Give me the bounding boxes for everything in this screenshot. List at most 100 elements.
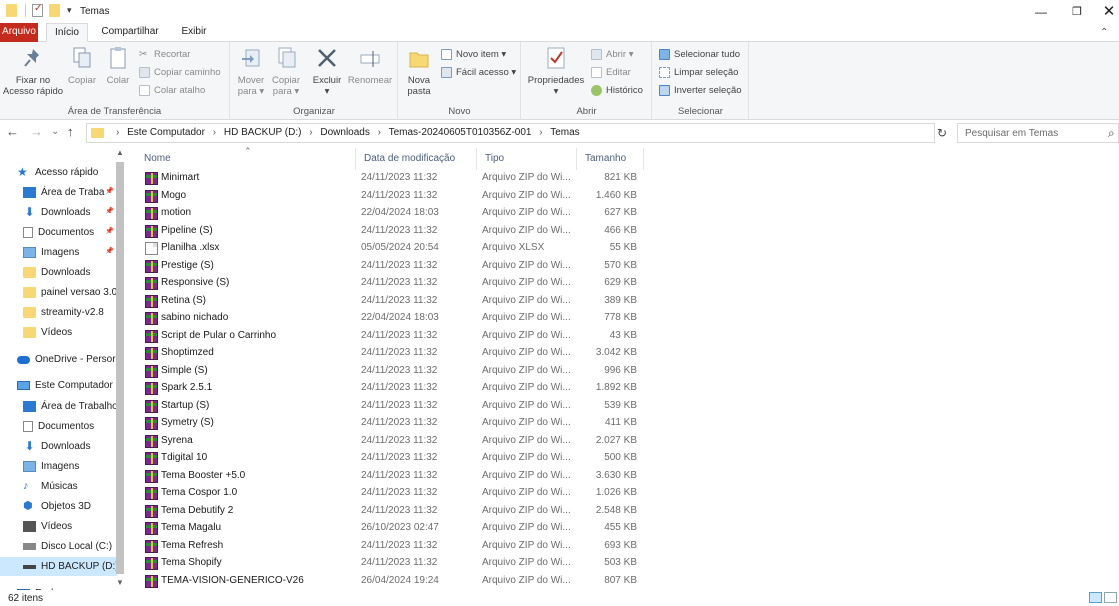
file-row[interactable]: Minimart 24/11/2023 11:32 Arquivo ZIP do W… [136, 170, 644, 188]
nav-item[interactable]: Documentos [0, 417, 117, 436]
breadcrumb-separator[interactable]: › [309, 127, 312, 138]
minimize-button[interactable]: — [1022, 2, 1060, 22]
nav-item[interactable]: HD BACKUP (D:) [0, 557, 117, 576]
delete-dropdown-icon[interactable]: ▾ [311, 86, 343, 97]
address-bar[interactable]: › Este Computador › HD BACKUP (D:) › Dow… [86, 123, 1015, 143]
tab-exibir[interactable]: Exibir [172, 23, 216, 42]
nav-item[interactable]: Este Computador [0, 376, 117, 395]
breadcrumb-separator[interactable]: › [213, 127, 216, 138]
recent-locations-chevron-icon[interactable]: ⌄ [51, 124, 59, 140]
breadcrumb-item[interactable]: HD BACKUP (D:) [224, 127, 302, 138]
breadcrumb-item[interactable]: Temas-20240605T010356Z-001 [389, 127, 532, 138]
column-header-size[interactable]: Tamanho [577, 148, 644, 170]
breadcrumb-item[interactable]: Downloads [320, 127, 369, 138]
file-row[interactable]: Shoptimzed 24/11/2023 11:32 Arquivo ZIP do… [136, 345, 644, 363]
history-button[interactable]: Histórico [591, 85, 643, 96]
file-row[interactable]: Responsive (S) 24/11/2023 11:32 Arquivo ZI… [136, 275, 644, 293]
column-header-type[interactable]: Tipo [477, 148, 577, 170]
column-header-date[interactable]: Data de modificação [356, 148, 477, 170]
tab-inicio[interactable]: Início [46, 23, 88, 42]
nav-item[interactable]: OneDrive - Persor [0, 350, 117, 369]
rename-button[interactable]: Renomear [345, 46, 395, 86]
file-row[interactable]: Prestige (S) 24/11/2023 11:32 Arquivo ZIP … [136, 258, 644, 276]
invert-selection-button[interactable]: Inverter seleção [659, 85, 742, 96]
breadcrumb-separator[interactable]: › [539, 127, 542, 138]
tab-arquivo[interactable]: Arquivo [0, 23, 38, 42]
file-row[interactable]: Syrena 24/11/2023 11:32 Arquivo ZIP do Wi.… [136, 433, 644, 451]
properties-icon[interactable] [32, 3, 43, 17]
forward-arrow-icon[interactable]: → [30, 124, 43, 140]
breadcrumb-separator[interactable]: › [378, 127, 381, 138]
move-to-button[interactable]: Mover para ▾ [234, 46, 268, 97]
open-button[interactable]: Abrir ▾ [591, 49, 633, 60]
file-row[interactable]: Tema Debutify 2 24/11/2023 11:32 Arquivo Z… [136, 503, 644, 521]
file-row[interactable]: Tema Refresh 24/11/2023 11:32 Arquivo ZIP … [136, 538, 644, 556]
copy-button[interactable]: Copiar [66, 46, 98, 86]
nav-item[interactable]: Disco Local (C:) [0, 537, 117, 556]
nav-item[interactable]: ⬢ Objetos 3D [0, 497, 117, 516]
nav-item[interactable]: ♪ Músicas [0, 477, 117, 496]
tab-compartilhar[interactable]: Compartilhar [96, 23, 164, 42]
large-icons-view-icon[interactable] [1104, 592, 1117, 603]
file-row[interactable]: Spark 2.5.1 24/11/2023 11:32 Arquivo ZIP d… [136, 380, 644, 398]
close-button[interactable]: ✕ [1090, 2, 1119, 22]
delete-button[interactable]: Excluir ▾ [311, 46, 343, 97]
file-row[interactable]: Planilha .xlsx 05/05/2024 20:54 Arquivo XL… [136, 240, 644, 258]
nav-item[interactable]: Vídeos [0, 323, 117, 342]
paste-button[interactable]: Colar [102, 46, 134, 86]
paste-shortcut-button[interactable]: Colar atalho [139, 85, 205, 96]
column-header-name[interactable]: Nome ⌃ [136, 146, 356, 170]
nav-item[interactable]: Área de Traba 📌 [0, 183, 117, 202]
nav-item[interactable]: Área de Trabalho [0, 397, 117, 416]
file-row[interactable]: TEMA-VISION-GENERICO-V26 26/04/2024 19:24… [136, 573, 644, 591]
easy-access-button[interactable]: Fácil acesso ▾ [441, 67, 516, 78]
new-folder-button[interactable]: Nova pasta [401, 46, 437, 97]
scroll-down-icon[interactable]: ▼ [116, 578, 124, 587]
file-row[interactable]: Startup (S) 24/11/2023 11:32 Arquivo ZIP d… [136, 398, 644, 416]
file-row[interactable]: motion 22/04/2024 18:03 Arquivo ZIP do Wi.… [136, 205, 644, 223]
file-row[interactable]: Tema Shopify 24/11/2023 11:32 Arquivo ZIP … [136, 555, 644, 573]
select-all-button[interactable]: Selecionar tudo [659, 49, 740, 60]
file-row[interactable]: sabino nichado 22/04/2024 18:03 Arquivo ZI… [136, 310, 644, 328]
breadcrumb-item[interactable]: Este Computador [127, 127, 205, 138]
cut-button[interactable]: ✂ Recortar [139, 49, 190, 60]
nav-item[interactable]: Downloads [0, 263, 117, 282]
file-row[interactable]: Tema Magalu 26/10/2023 02:47 Arquivo ZIP d… [136, 520, 644, 538]
refresh-icon[interactable]: ↻ [933, 123, 951, 143]
breadcrumb-item[interactable]: Temas [550, 127, 579, 138]
nav-item[interactable]: Imagens 📌 [0, 243, 117, 262]
nav-item[interactable]: ★ Acesso rápido [0, 163, 117, 182]
file-row[interactable]: Tema Booster +5.0 24/11/2023 11:32 Arquivo… [136, 468, 644, 486]
search-icon[interactable]: ⌕ [1108, 126, 1115, 141]
select-none-button[interactable]: Limpar seleção [659, 67, 738, 78]
file-row[interactable]: Symetry (S) 24/11/2023 11:32 Arquivo ZIP d… [136, 415, 644, 433]
file-row[interactable]: Pipeline (S) 24/11/2023 11:32 Arquivo ZIP … [136, 223, 644, 241]
file-row[interactable]: Tdigital 10 24/11/2023 11:32 Arquivo ZIP d… [136, 450, 644, 468]
customize-toolbar-dropdown[interactable]: ▾ [67, 5, 72, 16]
nav-item[interactable]: painel versao 3.0 [0, 283, 117, 302]
new-folder-icon[interactable] [49, 4, 60, 17]
file-row[interactable]: Retina (S) 24/11/2023 11:32 Arquivo ZIP do… [136, 293, 644, 311]
edit-button[interactable]: Editar [591, 67, 631, 78]
copy-to-button[interactable]: Copiar para ▾ [269, 46, 303, 97]
nav-item[interactable]: Vídeos [0, 517, 117, 536]
navigation-pane-scrollbar[interactable]: ▲ ▼ [113, 148, 127, 590]
new-item-button[interactable]: Novo item ▾ [441, 49, 506, 60]
pin-quick-access-button[interactable]: Fixar no Acesso rápido [2, 46, 64, 97]
nav-item[interactable]: ⬇ Downloads 📌 [0, 203, 117, 222]
nav-item[interactable]: ⬇ Downloads [0, 437, 117, 456]
collapse-ribbon-icon[interactable]: ⌃ [1100, 27, 1108, 38]
details-view-icon[interactable] [1089, 592, 1102, 603]
file-row[interactable]: Script de Pular o Carrinho 24/11/2023 11:… [136, 328, 644, 346]
scroll-up-icon[interactable]: ▲ [116, 148, 124, 157]
back-arrow-icon[interactable]: ← [6, 124, 19, 140]
up-arrow-icon[interactable]: ↑ [67, 124, 74, 140]
nav-item[interactable]: Imagens [0, 457, 117, 476]
nav-item[interactable]: Documentos 📌 [0, 223, 117, 242]
copy-path-button[interactable]: Copiar caminho [139, 67, 221, 78]
scrollbar-thumb[interactable] [116, 162, 124, 574]
file-row[interactable]: Mogo 24/11/2023 11:32 Arquivo ZIP do Wi...… [136, 188, 644, 206]
properties-dropdown-icon[interactable]: ▾ [526, 86, 586, 97]
search-input[interactable]: Pesquisar em Temas ⌕ [957, 123, 1119, 143]
properties-button[interactable]: Propriedades ▾ [526, 46, 586, 97]
